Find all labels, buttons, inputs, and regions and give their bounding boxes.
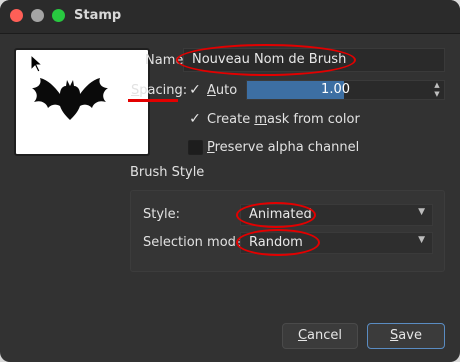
style-combobox-value: Animated bbox=[249, 207, 312, 222]
brush-preview bbox=[14, 48, 150, 156]
minimize-window-button[interactable] bbox=[31, 9, 44, 22]
close-window-button[interactable] bbox=[10, 9, 23, 22]
create-mask-label: Create mask from color bbox=[207, 112, 360, 127]
preserve-alpha-label: Preserve alpha channel bbox=[207, 140, 360, 155]
style-label: Style: bbox=[143, 207, 181, 222]
cancel-button[interactable]: Cancel bbox=[282, 323, 358, 349]
selection-mode-combobox-value: Random bbox=[249, 235, 303, 250]
spacing-annotation-underline bbox=[128, 99, 178, 102]
selection-mode-label: Selection mode: bbox=[143, 235, 249, 250]
zoom-window-button[interactable] bbox=[52, 9, 65, 22]
spin-arrows-icon[interactable]: ▲ ▼ bbox=[432, 81, 442, 99]
style-combobox[interactable]: Animated ▼ bbox=[240, 204, 433, 226]
stamp-dialog: Stamp Name: Nouveau Nom de Brush Spacing… bbox=[0, 0, 460, 362]
chevron-down-icon: ▼ bbox=[418, 235, 425, 245]
brush-style-group bbox=[130, 190, 445, 272]
preserve-alpha-checkbox[interactable] bbox=[188, 140, 203, 155]
window-title: Stamp bbox=[74, 8, 122, 23]
name-label: Name: bbox=[145, 53, 188, 68]
spacing-value: 1.00 bbox=[321, 82, 350, 97]
brush-name-input[interactable]: Nouveau Nom de Brush bbox=[183, 48, 445, 72]
create-mask-checkbox[interactable]: ✓ bbox=[188, 112, 202, 126]
mouse-cursor-icon bbox=[30, 54, 44, 73]
save-button[interactable]: Save bbox=[367, 323, 445, 349]
bat-brush-icon bbox=[32, 78, 108, 120]
brush-style-group-title: Brush Style bbox=[130, 165, 205, 180]
spacing-spinbox[interactable]: 1.00 ▲ ▼ bbox=[246, 80, 445, 100]
auto-spacing-checkbox[interactable]: ✓ bbox=[188, 83, 202, 97]
chevron-down-icon: ▼ bbox=[418, 207, 425, 217]
auto-spacing-label: Auto bbox=[207, 83, 238, 98]
title-bar: Stamp bbox=[0, 0, 460, 34]
spacing-label: Spacing: bbox=[131, 83, 188, 98]
selection-mode-combobox[interactable]: Random ▼ bbox=[240, 232, 433, 254]
